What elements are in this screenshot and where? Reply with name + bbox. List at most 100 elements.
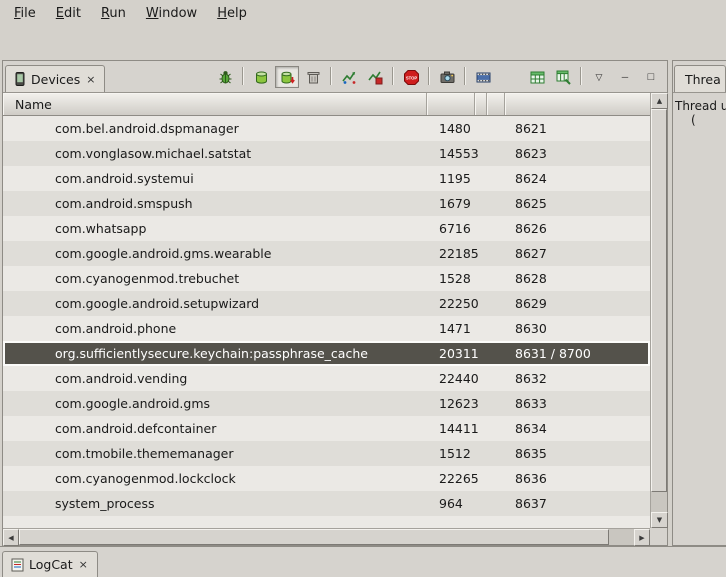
debug-process-button[interactable] [213, 66, 237, 88]
horizontal-scroll-thumb[interactable] [19, 529, 609, 545]
scroll-up-icon: ▲ [657, 97, 662, 105]
screen-capture-button[interactable] [435, 66, 459, 88]
system-info-button[interactable] [525, 66, 549, 88]
dump-hprof-button[interactable] [275, 66, 299, 88]
threads-message: Thread up ( [673, 93, 726, 127]
menu-item-window[interactable]: Window [136, 2, 207, 25]
scrollbar-corner [650, 528, 667, 545]
stop-process-button[interactable]: STOP [399, 66, 423, 88]
table-row[interactable]: com.android.vending 22440 8632 [3, 366, 650, 391]
toolbar-separator [330, 67, 332, 85]
process-port: 8637 [505, 496, 650, 511]
toolbar-separator [580, 67, 582, 85]
column-header-blank-1[interactable] [475, 93, 487, 115]
stop-method-profiling-button[interactable] [363, 66, 387, 88]
process-pid: 14411 [427, 421, 475, 436]
logcat-tab[interactable]: LogCat × [2, 551, 98, 577]
process-port: 8632 [505, 371, 650, 386]
process-port: 8630 [505, 321, 650, 336]
process-name: com.google.android.gms.wearable [3, 246, 427, 261]
table-row[interactable]: com.android.defcontainer 14411 8634 [3, 416, 650, 441]
toolbar-separator [428, 67, 430, 85]
logcat-tab-label: LogCat [29, 557, 73, 572]
menu-item-run[interactable]: Run [91, 2, 136, 25]
table-row[interactable]: com.android.systemui 1195 8624 [3, 166, 650, 191]
table-row[interactable]: org.sufficientlysecure.keychain:passphra… [3, 341, 650, 366]
threads-tab-label: Threa [685, 72, 721, 87]
close-icon[interactable]: × [85, 73, 96, 86]
devices-tab-label: Devices [31, 72, 80, 87]
scroll-right-button[interactable]: ▶ [634, 529, 650, 546]
process-name: com.bel.android.dspmanager [3, 121, 427, 136]
process-pid: 20311 [427, 346, 475, 361]
screen-record-button[interactable] [471, 66, 495, 88]
horizontal-scroll-track[interactable] [19, 529, 634, 545]
view-menu-button[interactable]: ▽ [587, 66, 611, 88]
vertical-scroll-track[interactable] [651, 109, 667, 512]
process-name: system_process [3, 496, 427, 511]
threads-message-line-2: ( [675, 113, 726, 127]
scroll-down-button[interactable]: ▼ [651, 512, 668, 528]
table-row[interactable]: com.android.smspush 1679 8625 [3, 191, 650, 216]
toolbar-strip [0, 26, 726, 60]
dump-hprof-icon [279, 69, 296, 86]
toolbar-separator [392, 67, 394, 85]
system-info-2-icon [555, 69, 572, 86]
process-port: 8626 [505, 221, 650, 236]
process-name: com.whatsapp [3, 221, 427, 236]
minimize-button[interactable]: ─ [613, 66, 637, 88]
scroll-left-icon: ◀ [8, 534, 13, 542]
stop-process-icon: STOP [403, 69, 420, 86]
menu-item-file[interactable]: File [4, 2, 46, 25]
table-row[interactable]: com.vonglasow.michael.satstat 14553 8623 [3, 141, 650, 166]
process-port: 8629 [505, 296, 650, 311]
vertical-scroll-thumb[interactable] [651, 109, 667, 492]
update-threads-button[interactable] [337, 66, 361, 88]
update-heap-button[interactable] [249, 66, 273, 88]
process-name: com.tmobile.thememanager [3, 446, 427, 461]
table-row[interactable]: com.google.android.setupwizard 22250 862… [3, 291, 650, 316]
table-row[interactable]: system_process 964 8637 [3, 491, 650, 516]
table-row[interactable]: com.tmobile.thememanager 1512 8635 [3, 441, 650, 466]
table-row[interactable]: com.google.android.gms 12623 8633 [3, 391, 650, 416]
process-name: org.sufficientlysecure.keychain:passphra… [3, 346, 427, 361]
close-icon[interactable]: × [78, 558, 89, 571]
process-name: com.android.defcontainer [3, 421, 427, 436]
process-name: com.cyanogenmod.lockclock [3, 471, 427, 486]
process-port: 8636 [505, 471, 650, 486]
logcat-icon [11, 558, 24, 572]
devices-tab[interactable]: Devices × [5, 65, 105, 92]
table-row[interactable]: com.bel.android.dspmanager 1480 8621 [3, 116, 650, 141]
process-name: com.android.phone [3, 321, 427, 336]
menu-item-help[interactable]: Help [207, 2, 257, 25]
column-header-blank-2[interactable] [487, 93, 505, 115]
maximize-button[interactable]: □ [639, 66, 663, 88]
process-pid: 6716 [427, 221, 475, 236]
table-row[interactable]: com.whatsapp 6716 8626 [3, 216, 650, 241]
process-port: 8623 [505, 146, 650, 161]
cause-gc-button[interactable] [301, 66, 325, 88]
system-info-2-button[interactable] [551, 66, 575, 88]
system-info-icon [529, 69, 546, 86]
table-row[interactable]: com.cyanogenmod.lockclock 22265 8636 [3, 466, 650, 491]
process-port: 8628 [505, 271, 650, 286]
column-header-name[interactable]: Name [3, 93, 427, 115]
process-pid: 12623 [427, 396, 475, 411]
process-name: com.android.smspush [3, 196, 427, 211]
menu-item-edit[interactable]: Edit [46, 2, 91, 25]
process-port: 8634 [505, 421, 650, 436]
process-pid: 22250 [427, 296, 475, 311]
column-header-pid[interactable] [427, 93, 475, 115]
table-row[interactable]: com.android.phone 1471 8630 [3, 316, 650, 341]
table-row[interactable]: com.google.android.gms.wearable 22185 86… [3, 241, 650, 266]
toolbar-separator [242, 67, 244, 85]
table-row[interactable]: com.cyanogenmod.trebuchet 1528 8628 [3, 266, 650, 291]
horizontal-scrollbar[interactable]: ◀ ▶ [3, 528, 650, 545]
process-name: com.android.vending [3, 371, 427, 386]
scroll-up-button[interactable]: ▲ [651, 93, 668, 109]
process-name: com.google.android.gms [3, 396, 427, 411]
threads-tab[interactable]: Threa [674, 65, 726, 92]
vertical-scrollbar[interactable]: ▲ ▼ [650, 93, 667, 528]
column-header-port[interactable] [505, 93, 650, 115]
scroll-left-button[interactable]: ◀ [3, 529, 19, 546]
